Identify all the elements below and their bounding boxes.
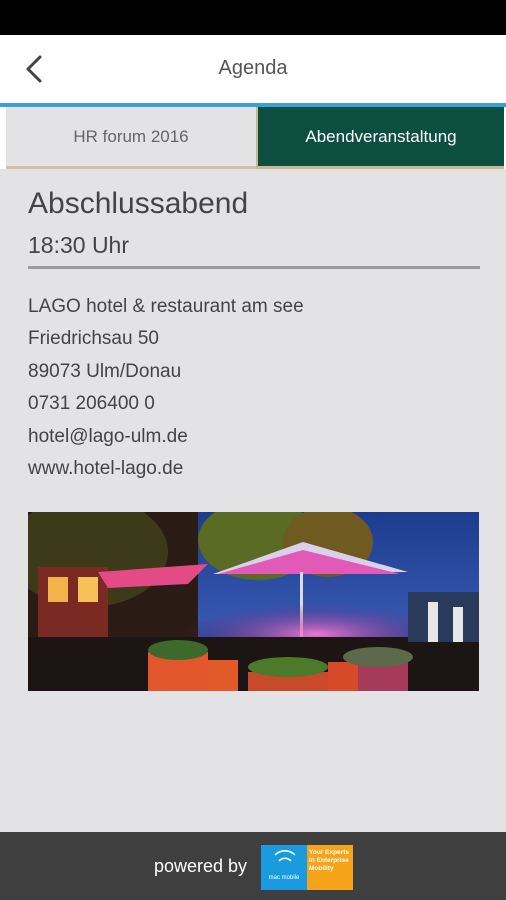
tab-hr-forum[interactable]: HR forum 2016 bbox=[6, 107, 256, 169]
mac-mobile-logo[interactable]: mac mobile Your Experts in Enterprise Mo… bbox=[261, 845, 353, 890]
venue-email[interactable]: hotel@lago-ulm.de bbox=[28, 421, 480, 453]
footer: powered by bbox=[0, 832, 506, 900]
venue-photo bbox=[28, 512, 479, 691]
venue-address: LAGO hotel & restaurant am see Friedrich… bbox=[28, 291, 480, 485]
title-divider bbox=[28, 266, 480, 269]
event-time: 18:30 Uhr bbox=[28, 232, 130, 258]
tab-bar: HR forum 2016 Abendveranstaltung bbox=[0, 107, 506, 169]
venue-city: 89073 Ulm/Donau bbox=[28, 360, 182, 382]
venue-name: LAGO hotel & restaurant am see bbox=[28, 296, 304, 317]
venue-website[interactable]: www.hotel-lago.de bbox=[28, 453, 480, 485]
powered-by-label: powered by bbox=[154, 856, 248, 876]
logo-left-text: mac mobile bbox=[269, 875, 300, 881]
page-title: Agenda bbox=[218, 57, 288, 79]
venue-street: Friedrichsau 50 bbox=[28, 328, 159, 350]
app-header: Agenda bbox=[0, 35, 506, 103]
event-detail: Abschlussabend 18:30 Uhr LAGO hotel & re… bbox=[28, 180, 480, 485]
logo-right-text: Your Experts in Enterprise Mobility bbox=[309, 849, 349, 872]
event-title: Abschlussabend bbox=[28, 187, 249, 220]
venue-phone[interactable]: 0731 206400 0 bbox=[28, 388, 480, 420]
tab-abendveranstaltung[interactable]: Abendveranstaltung bbox=[256, 107, 504, 169]
status-bar bbox=[0, 0, 506, 35]
